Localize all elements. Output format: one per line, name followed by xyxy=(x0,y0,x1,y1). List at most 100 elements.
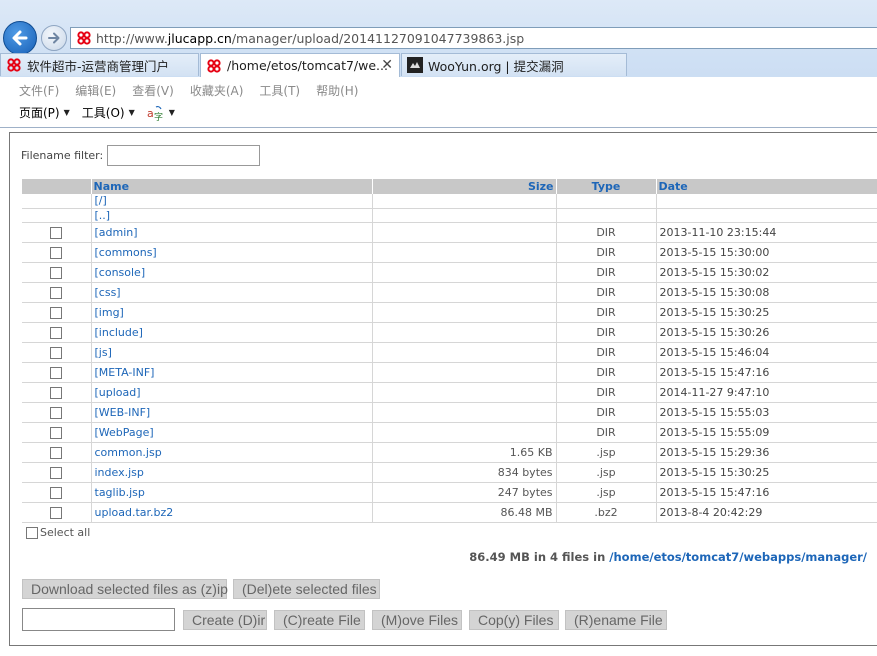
table-row: [commons] DIR 2013-5-15 15:30:00 xyxy=(22,242,877,263)
row-date: 2013-8-4 20:42:29 xyxy=(656,502,877,523)
file-link[interactable]: [admin] xyxy=(95,226,138,239)
tab-wooyun[interactable]: WooYun.org | 提交漏洞 xyxy=(401,53,627,76)
menu-edit[interactable]: 编辑(E) xyxy=(75,82,116,99)
menu-favorites[interactable]: 收藏夹(A) xyxy=(190,82,244,99)
chevron-down-icon: ▼ xyxy=(128,108,135,117)
nav-row: [..] xyxy=(22,208,877,223)
file-link[interactable]: [css] xyxy=(95,286,121,299)
file-link[interactable]: common.jsp xyxy=(95,446,162,459)
row-size xyxy=(372,382,557,403)
file-link[interactable]: [WEB-INF] xyxy=(95,406,151,419)
header-date[interactable]: Date xyxy=(656,179,877,194)
summary-path-link[interactable]: /home/etos/tomcat7/webapps/manager/ xyxy=(609,550,867,564)
row-name-cell: [js] xyxy=(91,342,373,363)
row-checkbox[interactable] xyxy=(50,346,63,359)
row-name-cell: [upload] xyxy=(91,382,373,403)
delete-selected-button[interactable]: (Del)ete selected files xyxy=(233,579,380,599)
menu-view[interactable]: 查看(V) xyxy=(132,82,174,99)
page-command-label: 页面(P) xyxy=(19,106,60,120)
wooyun-logo-icon xyxy=(407,57,423,73)
tab-label: 软件超市-运营商管理门户 xyxy=(27,58,170,74)
row-name-cell: common.jsp xyxy=(91,442,373,463)
row-select-cell xyxy=(22,442,92,463)
row-checkbox[interactable] xyxy=(50,406,63,419)
file-link[interactable]: upload.tar.bz2 xyxy=(95,506,174,519)
menu-file[interactable]: 文件(F) xyxy=(19,82,59,99)
row-checkbox[interactable] xyxy=(50,446,63,459)
row-date: 2013-5-15 15:30:00 xyxy=(656,242,877,263)
row-checkbox[interactable] xyxy=(50,306,63,319)
row-date: 2013-5-15 15:55:09 xyxy=(656,422,877,443)
filter-input[interactable] xyxy=(107,145,261,166)
row-select-cell xyxy=(22,462,92,483)
menu-help[interactable]: 帮助(H) xyxy=(316,82,358,99)
translate-command[interactable]: a 字 ▼ xyxy=(147,105,175,121)
file-link[interactable]: [include] xyxy=(95,326,143,339)
row-select-cell xyxy=(22,422,92,443)
table-row: [css] DIR 2013-5-15 15:30:08 xyxy=(22,282,877,303)
create-dir-button[interactable]: Create (D)ir xyxy=(183,610,267,630)
row-select-cell xyxy=(22,242,92,263)
header-name[interactable]: Name xyxy=(91,179,373,194)
file-link[interactable]: [commons] xyxy=(95,246,157,259)
row-date: 2013-5-15 15:47:16 xyxy=(656,482,877,503)
row-size: 247 bytes xyxy=(372,482,557,503)
row-name-cell: [css] xyxy=(91,282,373,303)
row-checkbox[interactable] xyxy=(50,386,63,399)
file-link[interactable]: [img] xyxy=(95,306,124,319)
create-file-button[interactable]: (C)reate File xyxy=(274,610,365,630)
row-select-cell xyxy=(22,194,92,209)
tab-file-manager[interactable]: /home/etos/tomcat7/we... ✕ xyxy=(200,53,400,77)
download-zip-button[interactable]: Download selected files as (z)ip xyxy=(22,579,228,599)
file-link[interactable]: [WebPage] xyxy=(95,426,154,439)
forward-button[interactable] xyxy=(41,25,67,51)
page-command[interactable]: 页面(P) ▼ xyxy=(19,104,70,121)
table-row: [js] DIR 2013-5-15 15:46:04 xyxy=(22,342,877,363)
row-size-cell xyxy=(372,194,557,209)
select-all-checkbox[interactable] xyxy=(26,526,38,539)
row-checkbox[interactable] xyxy=(50,506,63,519)
menu-tools[interactable]: 工具(T) xyxy=(259,82,300,99)
header-size[interactable]: Size xyxy=(372,179,557,194)
chevron-down-icon: ▼ xyxy=(168,108,175,117)
table-row: upload.tar.bz2 86.48 MB .bz2 2013-8-4 20:42… xyxy=(22,502,877,523)
table-row: [admin] DIR 2013-11-10 23:15:44 xyxy=(22,222,877,243)
close-icon[interactable]: ✕ xyxy=(381,57,393,73)
row-checkbox[interactable] xyxy=(50,486,63,499)
row-checkbox[interactable] xyxy=(50,266,63,279)
row-checkbox[interactable] xyxy=(50,326,63,339)
row-date-cell xyxy=(656,194,877,209)
header-type[interactable]: Type xyxy=(556,179,657,194)
row-checkbox[interactable] xyxy=(50,226,63,239)
row-checkbox[interactable] xyxy=(50,366,63,379)
copy-files-button[interactable]: Cop(y) Files xyxy=(469,610,559,630)
row-checkbox[interactable] xyxy=(50,246,63,259)
file-link[interactable]: index.jsp xyxy=(95,466,144,479)
move-files-button[interactable]: (M)ove Files xyxy=(372,610,462,630)
file-link[interactable]: [upload] xyxy=(95,386,141,399)
row-date-cell xyxy=(656,208,877,223)
select-all[interactable]: Select all xyxy=(26,526,90,539)
row-size xyxy=(372,262,557,283)
row-checkbox[interactable] xyxy=(50,466,63,479)
rename-file-button[interactable]: (R)ename File xyxy=(565,610,667,630)
row-type: DIR xyxy=(556,302,657,323)
tools-command[interactable]: 工具(O) ▼ xyxy=(82,104,135,121)
directory-summary: 86.49 MB in 4 files in /home/etos/tomcat… xyxy=(469,550,867,564)
file-link[interactable]: [console] xyxy=(95,266,146,279)
file-link[interactable]: taglib.jsp xyxy=(95,486,145,499)
nav-link[interactable]: [..] xyxy=(95,209,111,222)
row-checkbox[interactable] xyxy=(50,426,63,439)
file-link[interactable]: [js] xyxy=(95,346,112,359)
forward-arrow-icon xyxy=(48,32,60,44)
back-button[interactable] xyxy=(3,21,37,55)
row-select-cell xyxy=(22,502,92,523)
file-link[interactable]: [META-INF] xyxy=(95,366,155,379)
tab-unicom-portal[interactable]: 软件超市-运营商管理门户 xyxy=(0,53,199,76)
row-size xyxy=(372,342,557,363)
nav-link[interactable]: [/] xyxy=(95,194,107,207)
new-name-input[interactable] xyxy=(22,608,175,631)
row-checkbox[interactable] xyxy=(50,286,63,299)
row-select-cell xyxy=(22,208,92,223)
address-bar[interactable]: http://www.jlucapp.cn/manager/upload/201… xyxy=(70,27,877,49)
